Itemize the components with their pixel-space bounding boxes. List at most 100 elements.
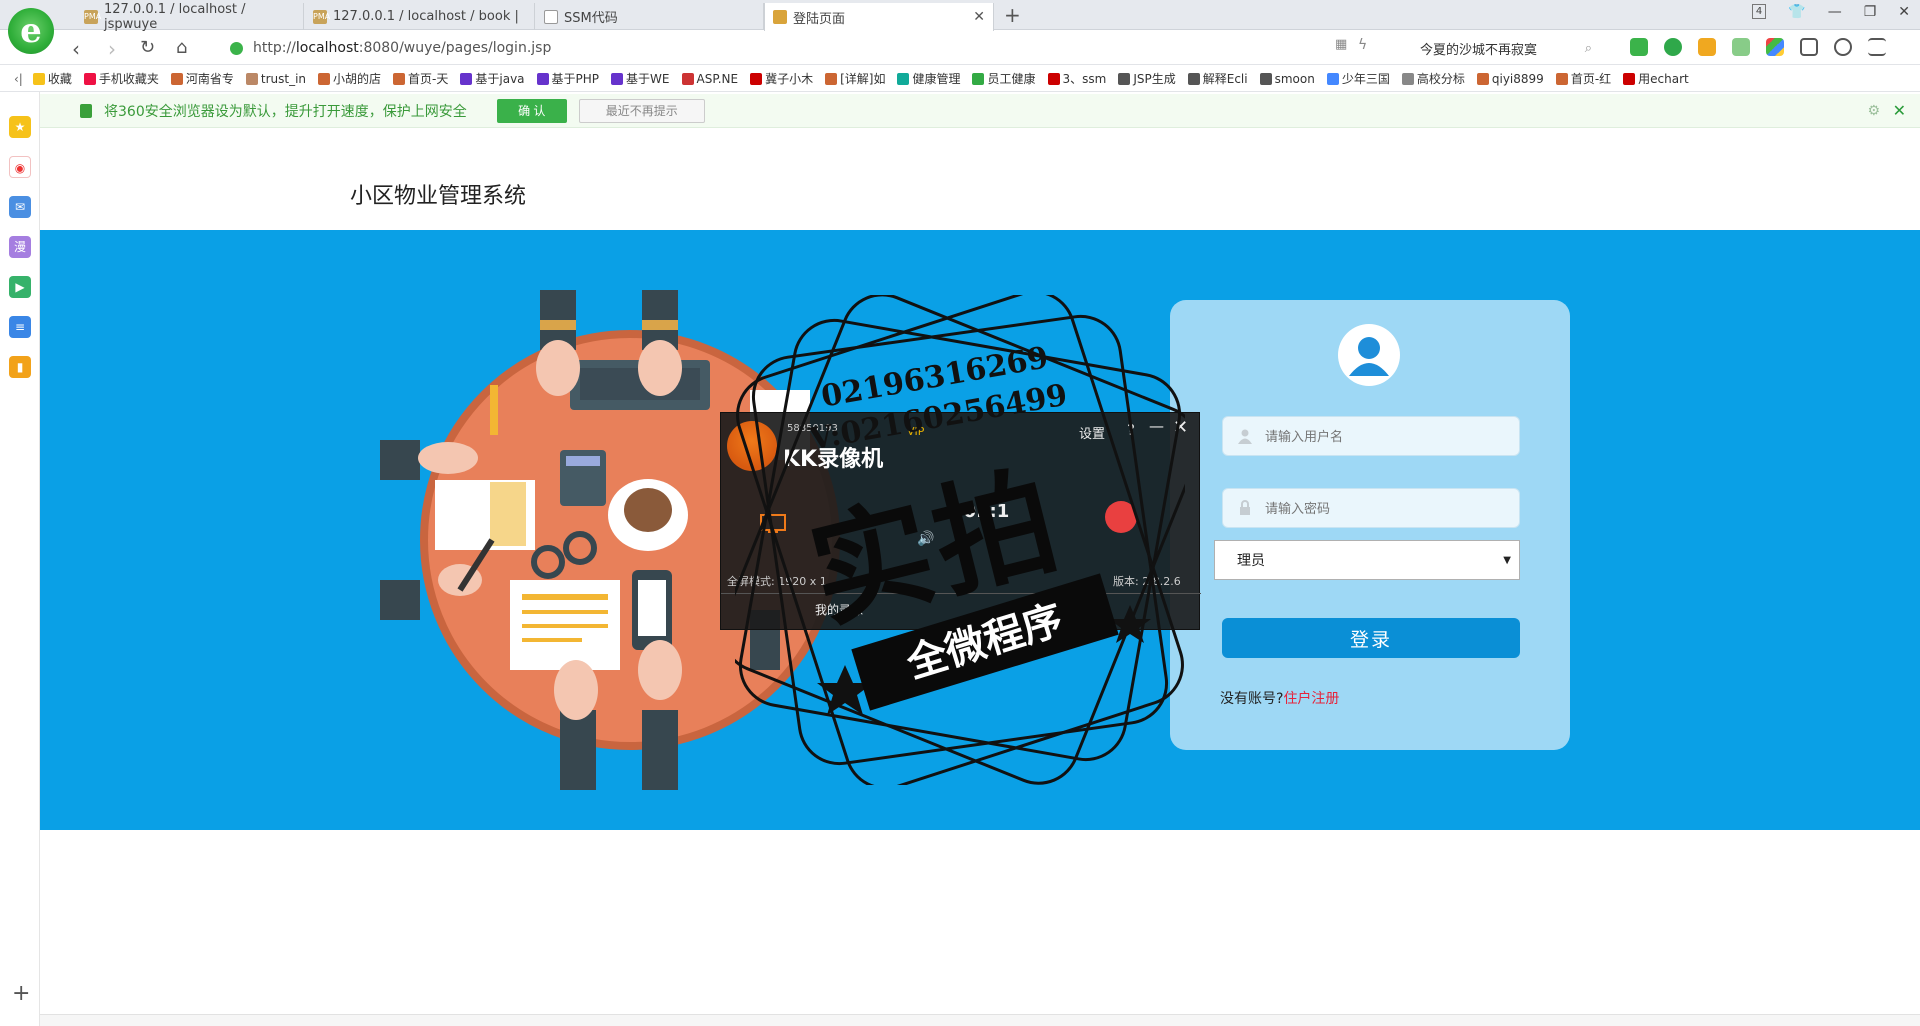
kk-settings-button[interactable]: 设置: [1079, 423, 1105, 442]
bookmark-icon: [245, 72, 258, 85]
tab-count-badge[interactable]: 4: [1751, 4, 1767, 19]
page-title: 小区物业管理系统: [350, 184, 527, 209]
tab-ssm[interactable]: SSM代码: [536, 3, 764, 30]
bookmark-label: 首页-红: [1570, 72, 1612, 86]
search-icon[interactable]: ⌕: [1585, 41, 1592, 56]
minimize-icon[interactable]: —: [1828, 4, 1842, 20]
confirm-button[interactable]: 确 认: [496, 98, 567, 123]
bookmark-item[interactable]: smoon: [1259, 72, 1315, 86]
comic-icon[interactable]: 漫: [9, 236, 31, 258]
refresh-icon[interactable]: ↻: [140, 37, 155, 58]
apps-icon[interactable]: [1766, 38, 1784, 56]
bookmark-item[interactable]: 小胡的店: [318, 70, 381, 87]
bookmark-item[interactable]: 基于PHP: [536, 70, 599, 87]
document-icon[interactable]: ≡: [9, 316, 31, 338]
bookmark-item[interactable]: [详解]如: [825, 70, 885, 87]
translate-icon[interactable]: [1664, 38, 1682, 56]
bookmark-item[interactable]: 首页-红: [1555, 70, 1612, 87]
register-link[interactable]: 住户注册: [1283, 691, 1339, 707]
bookmarks-bar: ‹| 收藏 手机收藏夹 河南省专 trust_in 小胡的店 首页-天 基于java 基于PH…: [0, 66, 1920, 92]
bookmark-item[interactable]: 手机收藏夹: [83, 70, 159, 87]
bookmark-item[interactable]: 首页-天: [393, 70, 448, 87]
close-tab-icon[interactable]: ✕: [973, 9, 985, 25]
bookmark-item[interactable]: 冀子小木: [750, 70, 813, 87]
bookmark-item[interactable]: trust_in: [245, 72, 306, 86]
bookmark-icon: [750, 72, 763, 85]
bookmark-icon: [897, 72, 910, 85]
emoji-icon[interactable]: [1732, 38, 1750, 56]
browser-logo[interactable]: e: [8, 8, 54, 54]
kk-help-button[interactable]: ?: [1127, 421, 1135, 439]
secure-shield-icon: [230, 41, 243, 55]
tab-book[interactable]: PMA 127.0.0.1 / localhost / book |: [305, 3, 535, 30]
lightning-icon[interactable]: ϟ: [1358, 37, 1367, 53]
undo-icon[interactable]: [1834, 38, 1852, 56]
bookmark-item[interactable]: 健康管理: [897, 70, 960, 87]
user-icon: [1238, 429, 1252, 444]
bookmark-label: 3、ssm: [1062, 72, 1107, 86]
url-field[interactable]: http://localhost:8080/wuye/pages/login.j…: [230, 37, 1330, 59]
notebook-icon[interactable]: ▮: [9, 356, 31, 378]
kk-close-icon[interactable]: ✕: [1173, 417, 1188, 438]
kk-record-button[interactable]: [1105, 501, 1137, 533]
search-box[interactable]: 今夏的沙城不再寂寞 ⌕: [1410, 36, 1600, 60]
scissors-icon[interactable]: [1630, 38, 1648, 56]
role-select[interactable]: 理员 ▼: [1214, 540, 1520, 580]
bookmark-item[interactable]: JSP生成: [1118, 70, 1176, 87]
star-icon[interactable]: ★: [9, 116, 31, 138]
password-input[interactable]: [1265, 500, 1505, 516]
login-panel: 理员 ▼ 登录 没有账号?住户注册: [1170, 300, 1570, 750]
tab-login[interactable]: 登陆页面 ✕: [764, 3, 994, 31]
bookmark-icon: [393, 72, 406, 85]
add-sidebar-icon[interactable]: +: [12, 981, 30, 1006]
bookmark-icon: [460, 72, 473, 85]
bookmark-item[interactable]: 用echart: [1623, 70, 1689, 87]
bookmark-item[interactable]: qiyi8899: [1476, 72, 1544, 86]
bookmark-item[interactable]: 收藏: [32, 70, 72, 87]
shield-icon[interactable]: [1698, 38, 1716, 56]
tab-jspwuye[interactable]: PMA 127.0.0.1 / localhost / jspwuye: [76, 2, 304, 32]
bookmark-label: 基于WE: [626, 72, 670, 86]
bookmark-item[interactable]: 3、ssm: [1047, 70, 1107, 87]
bookmark-label: 收藏: [47, 72, 72, 86]
login-button[interactable]: 登录: [1222, 618, 1520, 658]
video-icon[interactable]: ▶: [9, 276, 31, 298]
bookmark-item[interactable]: 少年三国: [1326, 70, 1390, 87]
password-field[interactable]: [1222, 488, 1520, 528]
close-icon[interactable]: ✕: [1893, 101, 1906, 120]
weibo-icon[interactable]: ◉: [9, 156, 31, 178]
shirt-icon[interactable]: 👕: [1788, 4, 1805, 20]
bookmark-icon: [83, 72, 96, 85]
back-icon[interactable]: ‹: [72, 37, 80, 61]
new-tab-button[interactable]: +: [1004, 3, 1021, 27]
bookmark-label: 员工健康: [987, 72, 1036, 86]
maximize-icon[interactable]: ❐: [1864, 4, 1877, 20]
home-icon[interactable]: ⌂: [176, 37, 187, 58]
dont-remind-button[interactable]: 最近不再提示: [578, 98, 705, 123]
forward-icon[interactable]: ›: [108, 37, 116, 61]
bookmark-item[interactable]: 高校分标: [1401, 70, 1465, 87]
kk-screen-icon[interactable]: [759, 513, 787, 535]
bookmark-item[interactable]: 解释Ecli: [1187, 70, 1248, 87]
tablet-icon[interactable]: [1800, 38, 1818, 56]
sidebar-toggle-icon[interactable]: ‹|: [14, 72, 23, 86]
bookmark-item[interactable]: ASP.NE: [681, 72, 738, 86]
kk-minimize-icon[interactable]: —: [1149, 417, 1164, 435]
toolbar-icons: [1630, 38, 1886, 56]
bookmark-item[interactable]: 员工健康: [972, 70, 1036, 87]
register-prompt: 没有账号?住户注册: [1220, 688, 1339, 708]
bookmark-item[interactable]: 基于WE: [611, 70, 670, 87]
mail-icon[interactable]: ✉: [9, 196, 31, 218]
bookmark-item[interactable]: 河南省专: [170, 70, 234, 87]
bookmark-icon: [1476, 72, 1489, 85]
username-field[interactable]: [1222, 416, 1520, 456]
close-window-icon[interactable]: ✕: [1898, 4, 1910, 20]
phpmyadmin-icon: PMA: [84, 9, 101, 24]
gear-icon[interactable]: ⚙: [1867, 103, 1880, 119]
qr-icon[interactable]: ▦: [1335, 37, 1347, 52]
bookmark-item[interactable]: 基于java: [460, 70, 525, 87]
tab-label: 127.0.0.1 / localhost / book |: [333, 9, 519, 24]
menu-icon[interactable]: [1868, 38, 1886, 56]
notice-text: 将360安全浏览器设为默认，提升打开速度，保护上网安全: [104, 103, 467, 120]
username-input[interactable]: [1265, 428, 1505, 444]
